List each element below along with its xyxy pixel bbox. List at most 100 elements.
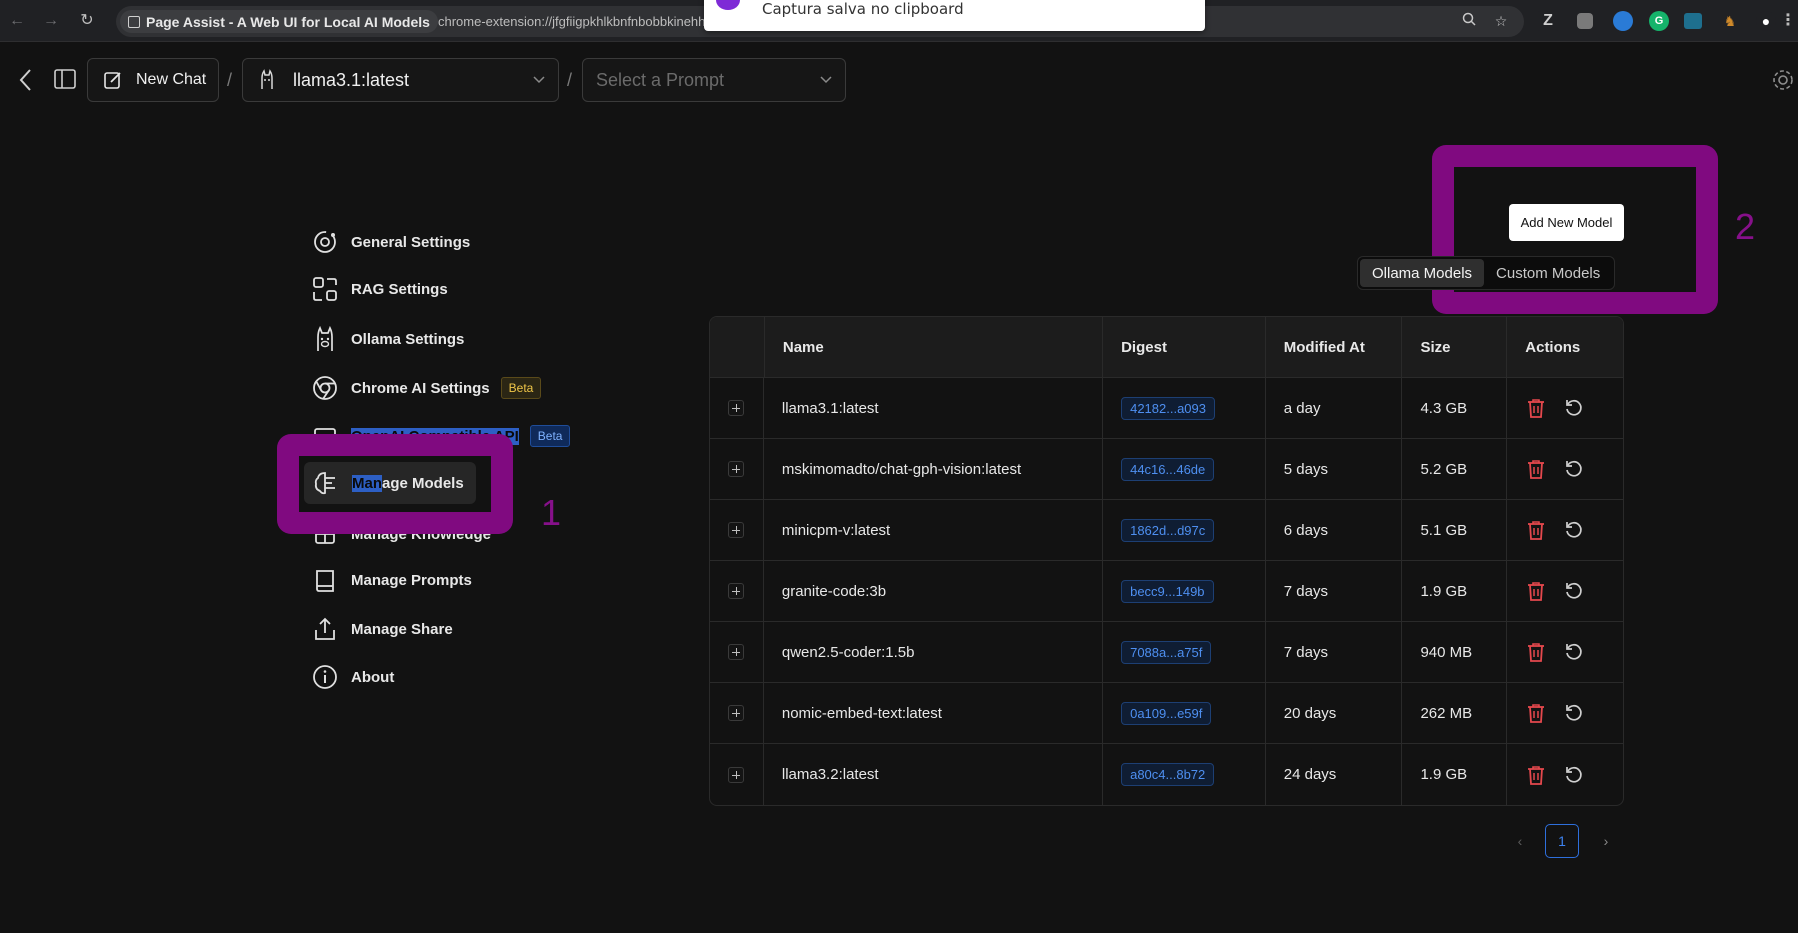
modified-at: a day <box>1266 378 1403 438</box>
digest-tag: 42182...a093 <box>1121 396 1215 420</box>
reload-icon[interactable] <box>1563 519 1585 541</box>
ublock-extension-icon[interactable] <box>1577 13 1593 29</box>
expand-cell <box>710 561 764 621</box>
column-header-digest: Digest <box>1103 317 1266 377</box>
chevron-left-icon[interactable] <box>18 66 34 99</box>
info-icon <box>311 663 339 691</box>
sidebar-item-rag-settings[interactable]: RAG Settings <box>311 271 448 307</box>
model-size: 940 MB <box>1402 622 1508 682</box>
sidebar-item-label: RAG Settings <box>351 280 448 298</box>
expand-row-icon[interactable] <box>728 705 745 721</box>
add-new-model-button[interactable]: Add New Model <box>1509 204 1624 241</box>
reload-icon[interactable]: ↻ <box>77 11 97 31</box>
reload-icon[interactable] <box>1563 764 1585 786</box>
reload-icon[interactable] <box>1563 458 1585 480</box>
bookmark-star-icon[interactable]: ☆ <box>1492 12 1510 30</box>
grammarly-extension-icon[interactable]: G <box>1649 11 1669 31</box>
url-text[interactable]: chrome-extension://jfgfiigpkhlkbnfnbobbk… <box>438 14 718 29</box>
translate-extension-icon[interactable] <box>1613 11 1633 31</box>
sidebar-item-label: Manage Prompts <box>351 571 472 589</box>
prompt-select[interactable]: Select a Prompt <box>582 58 846 102</box>
sidebar-item-manage-prompts[interactable]: Manage Prompts <box>311 562 472 598</box>
table-row: mskimomadto/chat-gph-vision:latest 44c16.… <box>710 439 1623 500</box>
reload-icon[interactable] <box>1563 397 1585 419</box>
column-header-modified: Modified At <box>1266 317 1403 377</box>
reload-icon[interactable] <box>1563 580 1585 602</box>
expand-cell <box>710 744 764 805</box>
expand-cell <box>710 439 764 499</box>
digest-cell: 42182...a093 <box>1103 378 1266 438</box>
trash-icon[interactable] <box>1525 519 1547 541</box>
llama-icon <box>311 325 339 353</box>
trash-icon[interactable] <box>1525 397 1547 419</box>
dot-extension-icon[interactable]: ● <box>1756 11 1776 31</box>
digest-tag: a80c4...8b72 <box>1121 763 1215 786</box>
digest-tag: 44c16...46de <box>1121 457 1215 481</box>
modified-at: 24 days <box>1266 744 1403 805</box>
expand-column-header <box>710 317 764 377</box>
gear-icon[interactable] <box>1770 67 1796 98</box>
model-select[interactable]: llama3.1:latest <box>242 58 559 102</box>
trash-icon[interactable] <box>1525 458 1547 480</box>
sidebar-item-label: Ollama Settings <box>351 330 465 348</box>
expand-row-icon[interactable] <box>728 766 745 783</box>
actions-cell <box>1507 744 1623 805</box>
puzzle-extension-icon[interactable]: ⋮ <box>1780 11 1796 31</box>
table-row: llama3.1:latest 42182...a093 a day 4.3 GB <box>710 378 1623 439</box>
sidebar-item-chrome-ai-settings[interactable]: Chrome AI Settings Beta <box>311 370 542 406</box>
model-name: llama3.1:latest <box>764 378 1104 438</box>
new-chat-button[interactable]: New Chat <box>87 58 219 102</box>
expand-row-icon[interactable] <box>728 400 745 416</box>
actions-cell <box>1507 439 1623 499</box>
trash-icon[interactable] <box>1525 702 1547 724</box>
zoom-icon[interactable] <box>1460 12 1478 30</box>
trash-icon[interactable] <box>1525 580 1547 602</box>
digest-tag: 1862d...d97c <box>1121 518 1215 542</box>
pagination-next[interactable]: › <box>1594 824 1618 858</box>
tab-custom-models[interactable]: Custom Models <box>1484 259 1612 287</box>
sidebar-toggle-icon[interactable] <box>53 67 77 96</box>
app-header: New Chat / llama3.1:latest / Select a Pr… <box>0 42 1798 122</box>
trash-icon[interactable] <box>1525 641 1547 663</box>
tab-ollama-models[interactable]: Ollama Models <box>1360 259 1485 287</box>
sidebar-item-manage-share[interactable]: Manage Share <box>311 611 453 647</box>
forward-arrow-icon[interactable]: → <box>41 11 61 31</box>
selected-text: Man <box>352 474 382 492</box>
model-size: 1.9 GB <box>1402 561 1508 621</box>
sidebar-item-label: Manage Models <box>352 474 464 492</box>
share-icon <box>311 615 339 643</box>
table-row: granite-code:3b becc9...149b 7 days 1.9 GB <box>710 561 1623 622</box>
chevron-down-icon <box>819 72 833 86</box>
reload-icon[interactable] <box>1563 702 1585 724</box>
screenshot-extension-icon[interactable] <box>1684 13 1702 29</box>
chevron-down-icon <box>532 72 546 86</box>
expand-row-icon[interactable] <box>728 644 745 660</box>
general-settings-icon <box>311 228 339 256</box>
sidebar-item-about[interactable]: About <box>311 659 394 695</box>
llama-extension-icon[interactable]: ♞ <box>1720 11 1740 31</box>
sidebar-item-general-settings[interactable]: General Settings <box>311 224 470 260</box>
trash-icon[interactable] <box>1525 764 1547 786</box>
expand-row-icon[interactable] <box>728 461 745 477</box>
back-arrow-icon[interactable]: ← <box>7 11 27 31</box>
expand-row-icon[interactable] <box>728 522 745 538</box>
model-selected-value: llama3.1:latest <box>293 69 410 90</box>
table-row: nomic-embed-text:latest 0a109...e59f 20 da… <box>710 683 1623 744</box>
sidebar-item-ollama-settings[interactable]: Ollama Settings <box>311 321 464 357</box>
digest-tag: 7088a...a75f <box>1121 640 1212 664</box>
prompt-placeholder: Select a Prompt <box>596 69 725 90</box>
reload-icon[interactable] <box>1563 641 1585 663</box>
edit-icon <box>103 70 123 90</box>
pagination-prev[interactable]: ‹ <box>1508 824 1532 858</box>
sidebar-item-label: Manage Share <box>351 620 453 638</box>
site-chip[interactable]: Page Assist - A Web UI for Local AI Mode… <box>120 10 438 33</box>
sidebar-item-manage-models[interactable]: Manage Models <box>304 462 476 504</box>
pagination-page-1[interactable]: 1 <box>1545 824 1579 858</box>
rag-settings-icon <box>311 275 339 303</box>
column-header-size: Size <box>1402 317 1508 377</box>
brain-icon <box>312 469 340 497</box>
zotero-extension-icon[interactable]: Z <box>1538 11 1558 31</box>
column-header-name: Name <box>763 317 1104 377</box>
actions-cell <box>1507 683 1623 743</box>
expand-row-icon[interactable] <box>728 583 745 599</box>
